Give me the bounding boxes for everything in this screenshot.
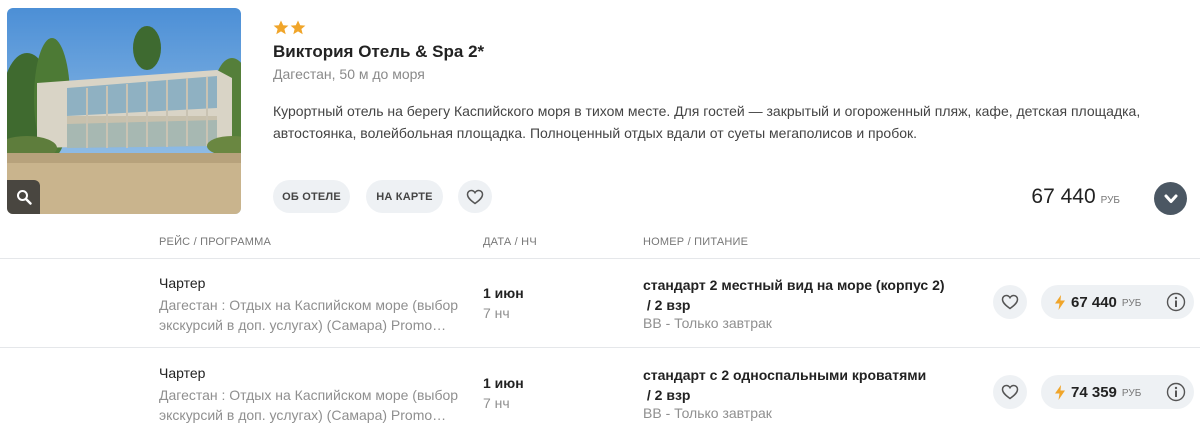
star-icon: [273, 20, 289, 35]
offer-price-currency: РУБ: [1121, 298, 1142, 309]
column-header-room: НОМЕР / ПИТАНИЕ: [643, 236, 749, 248]
meal-plan: BB - Только завтрак: [643, 315, 772, 331]
heart-icon: [1001, 384, 1019, 400]
meal-plan: BB - Только завтрак: [643, 405, 772, 421]
info-icon[interactable]: [1166, 292, 1186, 317]
about-hotel-button[interactable]: ОБ ОТЕЛЕ: [273, 180, 350, 213]
info-icon[interactable]: [1166, 382, 1186, 407]
chevron-down-icon: [1164, 194, 1177, 203]
hotel-photo[interactable]: [7, 8, 241, 214]
hotel-price: 67 440 РУБ: [1031, 185, 1120, 209]
room-info: стандарт 2 местный вид на море (корпус 2…: [643, 275, 963, 315]
program-name: Дагестан : Отдых на Каспийском море (выб…: [159, 297, 459, 333]
guests-count: / 2 взр: [643, 297, 691, 313]
hotel-description: Курортный отель на берегу Каспийского мо…: [273, 103, 1141, 141]
table-divider: [0, 347, 1200, 348]
hotel-price-currency: РУБ: [1100, 195, 1120, 206]
column-header-route: РЕЙС / ПРОГРАММА: [159, 236, 272, 248]
column-header-date: ДАТА / НЧ: [483, 236, 537, 248]
hotel-price-amount: 67 440: [1031, 185, 1096, 208]
offer-price-currency: РУБ: [1121, 388, 1142, 399]
room-type: стандарт 2 местный вид на море (корпус 2…: [643, 277, 945, 293]
heart-icon: [1001, 294, 1019, 310]
hotel-title[interactable]: Виктория Отель & Spa 2*: [273, 42, 484, 62]
offer-favorite-button[interactable]: [993, 285, 1027, 319]
show-on-map-button[interactable]: НА КАРТЕ: [366, 180, 443, 213]
search-icon: [16, 190, 32, 205]
offer-price-amount: 67 440: [1071, 293, 1117, 311]
heart-icon: [466, 189, 484, 204]
offer-price-amount: 74 359: [1071, 383, 1117, 401]
photo-zoom-button[interactable]: [7, 180, 40, 214]
room-type: стандарт с 2 односпальными кроватями: [643, 367, 927, 383]
hotel-photo-image: [7, 8, 241, 214]
nights-count: 7 нч: [483, 305, 510, 321]
offer-price-button[interactable]: 67 440 РУБ: [1041, 285, 1194, 319]
departure-date: 1 июн: [483, 375, 524, 391]
program-name: Дагестан : Отдых на Каспийском море (выб…: [159, 387, 459, 423]
table-row[interactable]: Чартер Дагестан : Отдых на Каспийском мо…: [0, 349, 1200, 433]
table-row[interactable]: Чартер Дагестан : Отдых на Каспийском мо…: [0, 259, 1200, 347]
hotel-stars: [273, 20, 306, 35]
room-info: стандарт с 2 односпальными кроватями / 2…: [643, 365, 963, 405]
departure-date: 1 июн: [483, 285, 524, 301]
hotel-favorite-button[interactable]: [458, 180, 492, 213]
lightning-icon: [1055, 384, 1065, 400]
offer-price-button[interactable]: 74 359 РУБ: [1041, 375, 1194, 409]
expand-offers-button[interactable]: [1154, 182, 1187, 215]
offer-favorite-button[interactable]: [993, 375, 1027, 409]
star-icon: [290, 20, 306, 35]
nights-count: 7 нч: [483, 395, 510, 411]
hotel-location: Дагестан, 50 м до моря: [273, 66, 425, 82]
lightning-icon: [1055, 294, 1065, 310]
guests-count: / 2 взр: [643, 387, 691, 403]
flight-type: Чартер: [159, 275, 206, 291]
flight-type: Чартер: [159, 365, 206, 381]
